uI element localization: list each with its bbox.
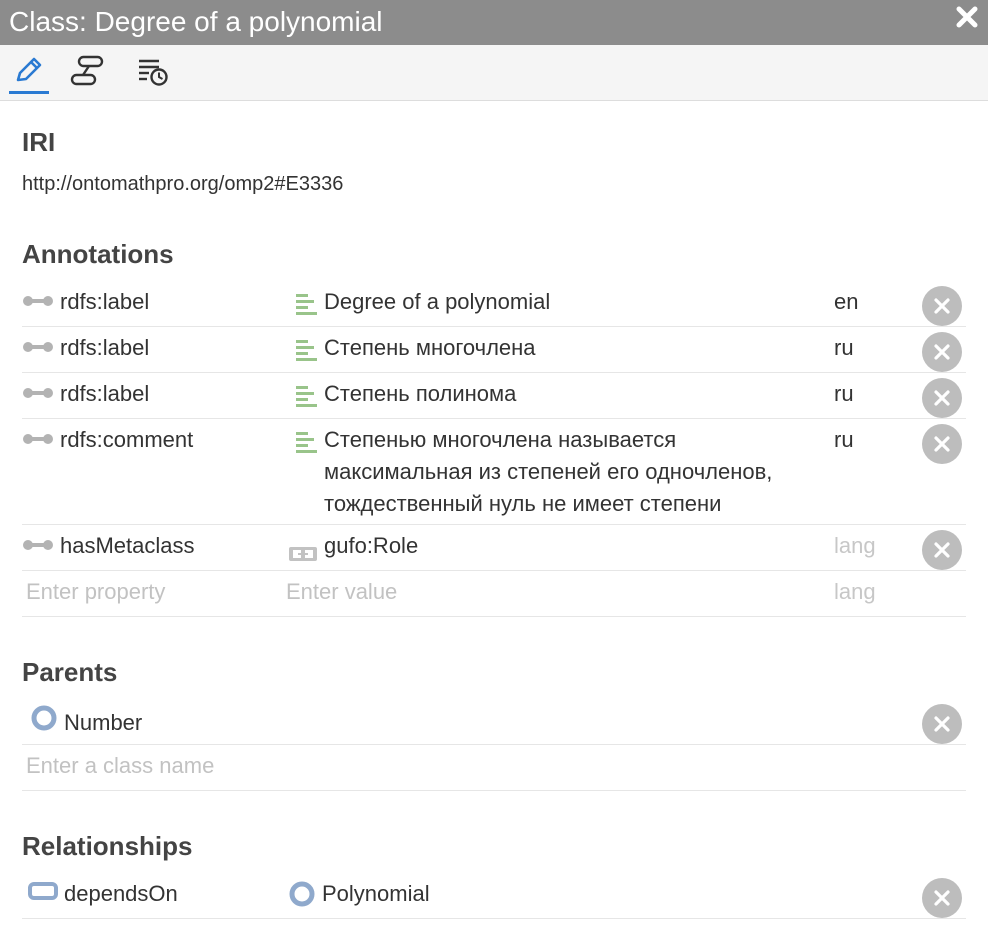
comment-line: Степенью многочлена называется xyxy=(324,427,677,452)
annotation-value[interactable]: Degree of a polynomial xyxy=(294,286,814,325)
delete-relationship-button[interactable] xyxy=(922,878,962,918)
property-input[interactable]: Enter property xyxy=(26,576,165,608)
literal-icon xyxy=(294,430,318,463)
annotation-property-label: rdfs:label xyxy=(60,381,150,406)
close-icon xyxy=(934,298,950,314)
delete-annotation-button[interactable] xyxy=(922,286,962,326)
literal-icon xyxy=(294,338,318,371)
annotation-value-text: Степень полинома xyxy=(324,381,517,406)
annotation-lang[interactable]: en xyxy=(834,286,858,318)
annotation-lang[interactable]: ru xyxy=(834,332,854,364)
relationship-target[interactable]: Polynomial xyxy=(288,878,808,917)
class-icon xyxy=(288,880,316,917)
annotation-value[interactable]: Степень полинома xyxy=(294,378,814,417)
relationship-property[interactable]: dependsOn xyxy=(28,878,178,910)
annotation-property-label: hasMetaclass xyxy=(60,533,195,558)
iri-value: http://ontomathpro.org/omp2#E3336 xyxy=(22,173,344,195)
annotation-property-label: rdfs:label xyxy=(60,335,150,360)
close-icon xyxy=(934,344,950,360)
annotation-property-icon xyxy=(22,424,54,456)
annotation-lang[interactable]: ru xyxy=(834,424,854,456)
annotation-property[interactable]: rdfs:label xyxy=(22,332,149,364)
tab-edit[interactable] xyxy=(9,55,49,94)
annotation-value[interactable]: gufo:Role xyxy=(288,530,808,571)
delete-annotation-button[interactable] xyxy=(922,332,962,372)
annotation-value-text: gufo:Role xyxy=(324,533,419,558)
annotation-property-icon xyxy=(22,332,54,364)
delete-parent-button[interactable] xyxy=(922,704,962,744)
close-icon xyxy=(934,716,950,732)
tab-bar xyxy=(0,45,988,101)
annotation-property[interactable]: rdfs:comment xyxy=(22,424,193,456)
lang-input[interactable]: lang xyxy=(834,576,876,608)
delete-annotation-button[interactable] xyxy=(922,530,962,570)
close-icon xyxy=(934,890,950,906)
annotation-value[interactable]: Степенью многочлена называется максималь… xyxy=(294,424,814,520)
parent-class-label: Number xyxy=(64,709,143,735)
class-name-input[interactable]: Enter a class name xyxy=(26,750,214,782)
annotation-row: rdfs:label Degree of a polynomial en xyxy=(22,281,966,327)
dialog-titlebar: Class: Degree of a polynomial xyxy=(0,0,988,45)
annotation-row: rdfs:label Степень полинома ru xyxy=(22,373,966,419)
path-icon xyxy=(69,54,107,93)
iri-heading: IRI xyxy=(22,127,56,157)
annotation-property[interactable]: rdfs:label xyxy=(22,378,149,410)
comment-line: тождественный нуль не имеет степени xyxy=(324,491,722,516)
relationships-heading: Relationships xyxy=(22,831,193,861)
pencil-icon xyxy=(12,56,46,91)
close-icon xyxy=(934,542,950,558)
close-icon[interactable] xyxy=(956,6,978,28)
annotation-lang[interactable]: lang xyxy=(834,530,876,562)
annotation-property-label: rdfs:comment xyxy=(60,427,194,452)
literal-icon xyxy=(294,384,318,417)
parent-row: Number xyxy=(22,699,966,745)
tab-path[interactable] xyxy=(68,55,108,91)
entity-link-icon xyxy=(288,539,318,571)
close-icon xyxy=(934,436,950,452)
class-icon xyxy=(30,704,58,741)
comment-line: максимальная из степеней его одночленов, xyxy=(324,459,773,484)
delete-annotation-button[interactable] xyxy=(922,424,962,464)
annotation-row: hasMetaclass gufo:Role lang xyxy=(22,525,966,571)
object-property-icon xyxy=(28,878,58,910)
relationship-property-label: dependsOn xyxy=(64,881,178,906)
annotation-lang[interactable]: ru xyxy=(834,378,854,410)
annotation-value-text: Степенью многочлена называется максималь… xyxy=(324,424,772,520)
parents-heading: Parents xyxy=(22,657,118,687)
annotation-property[interactable]: hasMetaclass xyxy=(22,530,195,562)
delete-annotation-button[interactable] xyxy=(922,378,962,418)
relationship-target-label: Polynomial xyxy=(322,881,430,906)
annotation-property-icon xyxy=(22,286,54,318)
new-annotation-row: Enter property Enter value lang xyxy=(22,571,966,617)
literal-icon xyxy=(294,292,318,325)
annotation-value-text: Degree of a polynomial xyxy=(324,289,551,314)
history-list-icon xyxy=(134,54,172,93)
annotation-value-text: Степень многочлена xyxy=(324,335,536,360)
relationship-row: dependsOn Polynomial xyxy=(22,873,966,919)
close-icon xyxy=(934,390,950,406)
annotation-row: rdfs:label Степень многочлена ru xyxy=(22,327,966,373)
annotation-property-label: rdfs:label xyxy=(60,289,150,314)
parent-class[interactable]: Number xyxy=(30,704,142,741)
annotations-heading: Annotations xyxy=(22,239,174,269)
dialog-title: Class: Degree of a polynomial xyxy=(9,6,383,37)
value-input[interactable]: Enter value xyxy=(286,576,806,608)
annotation-property[interactable]: rdfs:label xyxy=(22,286,149,318)
tab-history[interactable] xyxy=(133,55,173,91)
annotation-property-icon xyxy=(22,378,54,410)
annotation-value[interactable]: Степень многочлена xyxy=(294,332,814,371)
annotation-property-icon xyxy=(22,530,54,562)
new-parent-row: Enter a class name xyxy=(22,745,966,791)
annotation-row: rdfs:comment Степенью многочлена называе… xyxy=(22,419,966,525)
